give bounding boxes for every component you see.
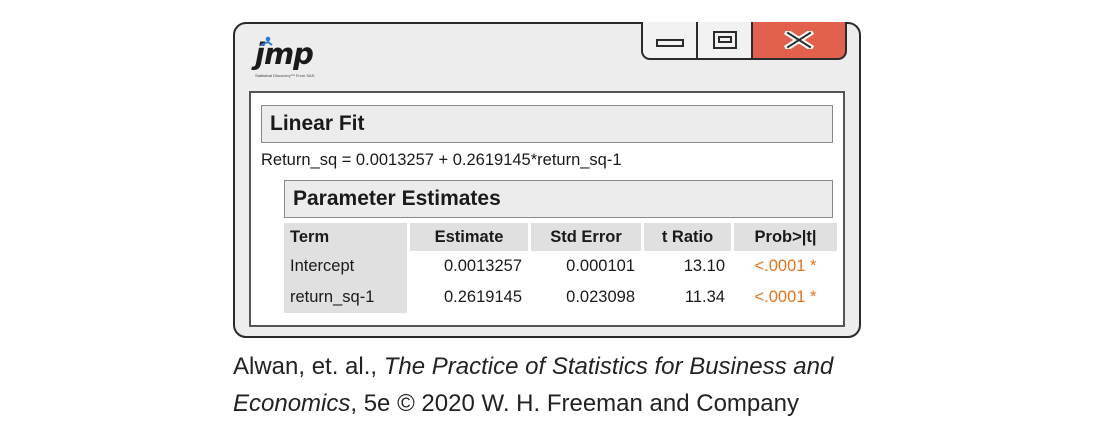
jmp-figure-icon [260,36,273,46]
caption-book-title-1: The Practice of Statistics for Business … [383,353,834,380]
row-prob-return-sq-1: <.0001 * [754,288,817,306]
caption-book-title-2: Economics [233,390,351,417]
column-header-std-error: Std Error [531,223,641,251]
window-controls [641,21,847,62]
row-estimate-return-sq-1: 0.2619145 [444,288,522,306]
caption-line-1: Alwan, et. al., The Practice of Statisti… [233,348,833,385]
minimize-icon [655,38,684,47]
restore-button[interactable] [696,21,753,60]
fit-equation: Return_sq = 0.0013257 + 0.2619145*return… [261,151,622,169]
row-estimate-intercept: 0.0013257 [444,257,522,275]
column-header-t-ratio: t Ratio [644,223,731,251]
jmp-logo: jmp Statistical Discovery™ From SAS. [255,35,317,85]
caption-authors: Alwan, et. al., [233,353,384,380]
parameter-estimates-header[interactable]: Parameter Estimates [284,180,833,218]
jmp-logo-tagline: Statistical Discovery™ From SAS. [255,73,316,78]
figure-caption: Alwan, et. al., The Practice of Statisti… [233,348,833,422]
parameter-estimates-table: Term Estimate Std Error t Ratio Prob>|t|… [284,223,837,313]
minimize-button[interactable] [641,21,698,60]
row-term-return-sq-1: return_sq-1 [284,282,407,313]
row-prob-intercept: <.0001 * [754,257,817,275]
close-button[interactable] [751,21,847,60]
column-header-estimate: Estimate [410,223,528,251]
column-header-prob: Prob>|t| [734,223,837,251]
report-panel: Linear Fit Return_sq = 0.0013257 + 0.261… [249,91,845,327]
row-term-intercept: Intercept [284,251,407,282]
restore-icon [712,30,737,49]
linear-fit-header[interactable]: Linear Fit [261,105,833,143]
column-header-term: Term [284,223,407,251]
row-t-ratio-return-sq-1: 11.34 [684,288,725,306]
caption-edition: , 5e © 2020 W. H. Freeman and Company [350,390,799,417]
row-std-error-intercept: 0.000101 [566,257,635,275]
close-icon [784,30,814,49]
caption-line-2: Economics, 5e © 2020 W. H. Freeman and C… [233,385,833,422]
jmp-window: jmp Statistical Discovery™ From SAS. Lin… [233,21,861,338]
row-std-error-return-sq-1: 0.023098 [566,288,635,306]
row-t-ratio-intercept: 13.10 [683,257,725,275]
